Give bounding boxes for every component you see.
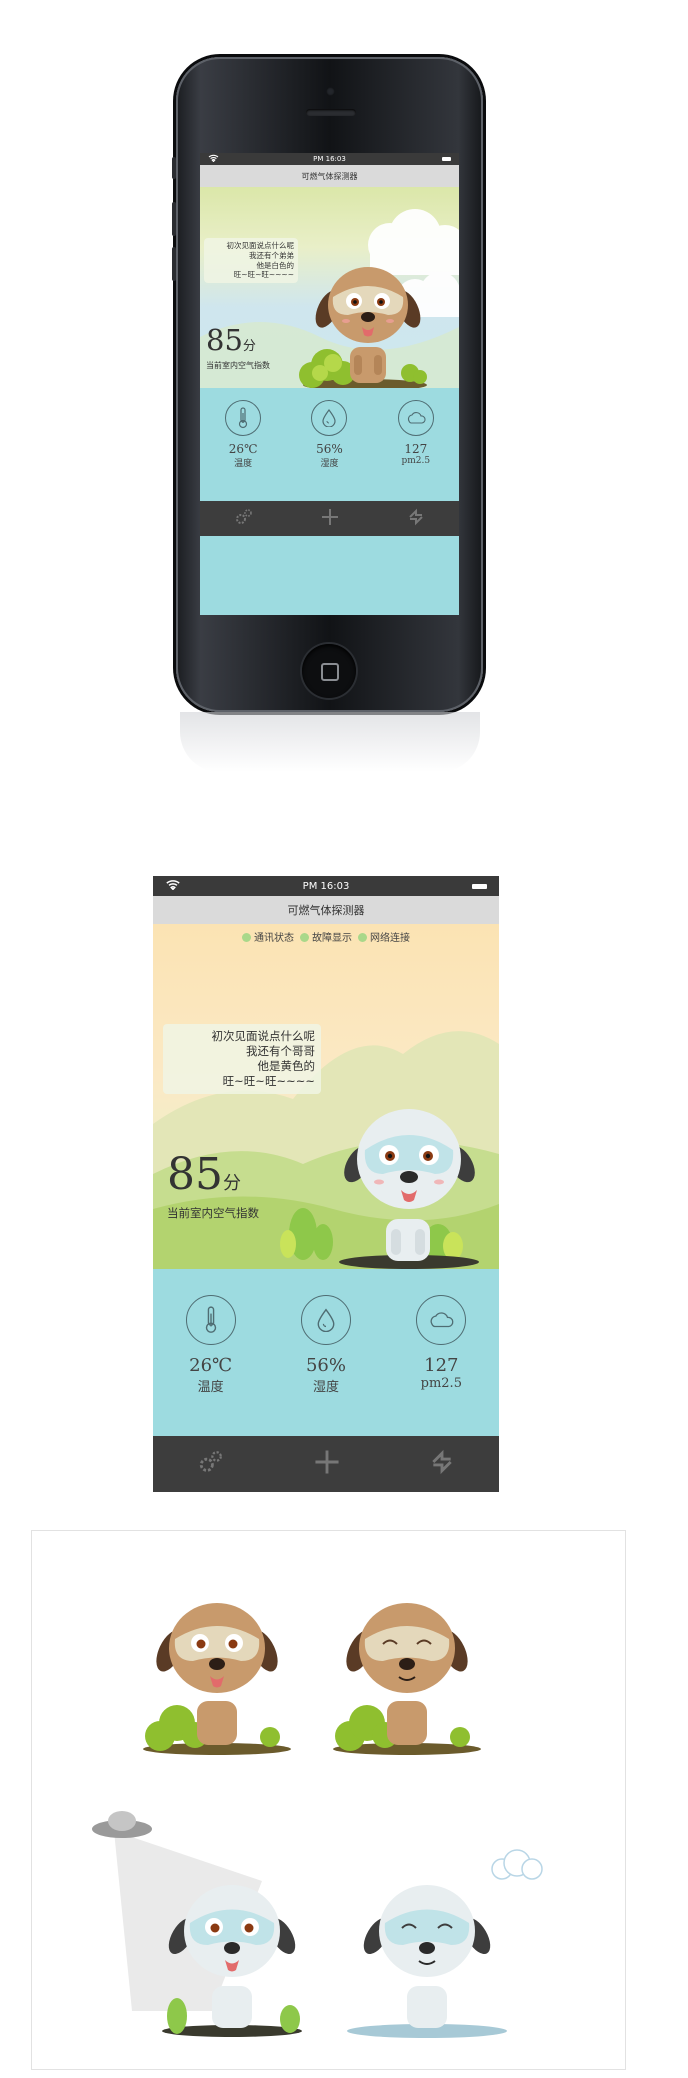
droplet-icon (311, 400, 348, 436)
gear-icon (200, 1451, 223, 1472)
dog-scene: 通讯状态 故障显示 网络连接 初次见面说点什么呢 我还有个哥哥 他是黄色的 旺~… (153, 924, 499, 1269)
tab-bar (153, 1436, 499, 1492)
score-label: 当前室内空气指数 (167, 1206, 259, 1220)
volume-up-button (172, 202, 176, 236)
bubble-line: 旺~旺~旺~~~~ (233, 270, 294, 280)
speech-bubble: 初次见面说点什么呢 我还有个哥哥 他是黄色的 旺~旺~旺~~~~ (163, 1024, 321, 1094)
indicator-comm: 通讯状态 (242, 929, 294, 944)
white-dog-happy (332, 1849, 543, 2038)
score-label: 当前室内空气指数 (206, 361, 270, 370)
score-value: 85 (167, 1149, 223, 1200)
dog-scene: 初次见面说点什么呢 我还有个弟弟 他是白色的 旺~旺~旺~~~~ 85分 当前室… (200, 187, 459, 388)
status-dot-icon (358, 933, 367, 942)
character-sheet (31, 1530, 626, 2070)
bubble-line: 我还有个哥哥 (246, 1043, 315, 1058)
title-bar: 可燃气体探测器 (200, 165, 459, 187)
metric-label: 温度 (234, 459, 253, 469)
metric-value: 127 (404, 442, 428, 456)
score-value: 85 (206, 323, 243, 357)
front-camera (326, 87, 335, 96)
droplet-icon (300, 1295, 351, 1345)
large-app-screen: PM 16:03 可燃气体探测器 通讯状态 故障显示 网络连接 初次见面说点什么… (153, 876, 499, 1492)
metric-value: 56% (316, 442, 343, 456)
metric-value: 56% (305, 1355, 346, 1376)
earpiece-speaker (306, 109, 356, 116)
phone-mockup: PM 16:03 可燃气体探测器 初次见面说点什么呢 我还有个弟弟 他是白色的 … (172, 57, 483, 712)
tab-bar (200, 501, 459, 536)
status-dot-icon (300, 933, 309, 942)
thermometer-icon (225, 400, 262, 436)
metric-temperature: 26℃ 温度 (185, 1295, 236, 1395)
add-button[interactable] (321, 508, 339, 530)
speech-bubble: 初次见面说点什么呢 我还有个弟弟 他是白色的 旺~旺~旺~~~~ (204, 238, 298, 283)
air-score: 85分 (167, 1152, 241, 1207)
metrics-row: 26℃ 温度 56% 湿度 127 pm2.5 (153, 1269, 499, 1436)
metric-humidity: 56% 湿度 (311, 400, 348, 469)
bubble-line: 初次见面说点什么呢 (211, 1029, 316, 1043)
status-indicators: 通讯状态 故障显示 网络连接 (153, 929, 499, 944)
metric-label: pm2.5 (401, 456, 431, 466)
air-score: 85分 (206, 325, 256, 362)
metric-pm25: 127 pm2.5 (416, 1295, 467, 1391)
brown-dog-happy (333, 1603, 481, 1755)
metric-label: pm2.5 (420, 1376, 462, 1391)
thermometer-icon (185, 1295, 236, 1345)
status-time: PM 16:03 (302, 880, 350, 892)
phone-reflection (180, 712, 480, 772)
page-title: 可燃气体探测器 (301, 171, 358, 181)
settings-button[interactable] (234, 508, 254, 530)
add-button[interactable] (314, 1449, 340, 1479)
pm-icon (397, 400, 434, 436)
gear-icon (235, 508, 252, 524)
pm-icon (416, 1295, 467, 1345)
bubble-line: 初次见面说点什么呢 (226, 241, 295, 250)
indicator-network: 网络连接 (358, 929, 410, 944)
bubble-line: 旺~旺~旺~~~~ (222, 1073, 315, 1088)
metric-value: 26℃ (189, 1355, 233, 1376)
metric-value: 26℃ (228, 442, 258, 456)
volume-down-button (172, 247, 176, 281)
mute-switch (172, 157, 176, 179)
wifi-icon (208, 154, 219, 164)
refresh-icon (431, 1449, 452, 1475)
status-dot-icon (242, 933, 251, 942)
settings-button[interactable] (197, 1449, 225, 1479)
refresh-icon (409, 508, 423, 525)
home-button (302, 644, 356, 698)
status-bar: PM 16:03 (153, 876, 499, 896)
score-unit: 分 (242, 339, 256, 354)
bubble-line: 他是白色的 (256, 260, 295, 270)
app-screen: PM 16:03 可燃气体探测器 初次见面说点什么呢 我还有个弟弟 他是白色的 … (200, 153, 459, 615)
metric-pm25: 127 pm2.5 (397, 400, 434, 466)
refresh-button[interactable] (429, 1449, 455, 1479)
metric-temperature: 26℃ 温度 (225, 400, 262, 469)
metric-label: 温度 (197, 1380, 224, 1395)
metric-value: 127 (424, 1355, 459, 1376)
wifi-icon (165, 879, 181, 893)
plus-icon (322, 508, 339, 525)
plus-icon (315, 1450, 339, 1474)
score-unit: 分 (223, 1173, 241, 1194)
metric-humidity: 56% 湿度 (300, 1295, 351, 1395)
metric-label: 湿度 (320, 459, 339, 469)
status-time: PM 16:03 (313, 155, 346, 163)
bubble-line: 他是黄色的 (257, 1058, 316, 1073)
bubble-line: 我还有个弟弟 (249, 250, 294, 260)
brown-dog-awake (143, 1603, 291, 1755)
title-bar: 可燃气体探测器 (153, 896, 499, 924)
page-title: 可燃气体探测器 (287, 904, 365, 917)
metric-label: 湿度 (312, 1380, 339, 1395)
character-illustrations (92, 1603, 543, 2038)
refresh-button[interactable] (407, 508, 425, 530)
indicator-fault: 故障显示 (300, 929, 352, 944)
battery-icon (472, 883, 487, 889)
status-bar: PM 16:03 (200, 153, 459, 165)
metrics-row: 26℃ 温度 56% 湿度 127 pm2.5 (200, 388, 459, 501)
battery-icon (442, 157, 451, 161)
